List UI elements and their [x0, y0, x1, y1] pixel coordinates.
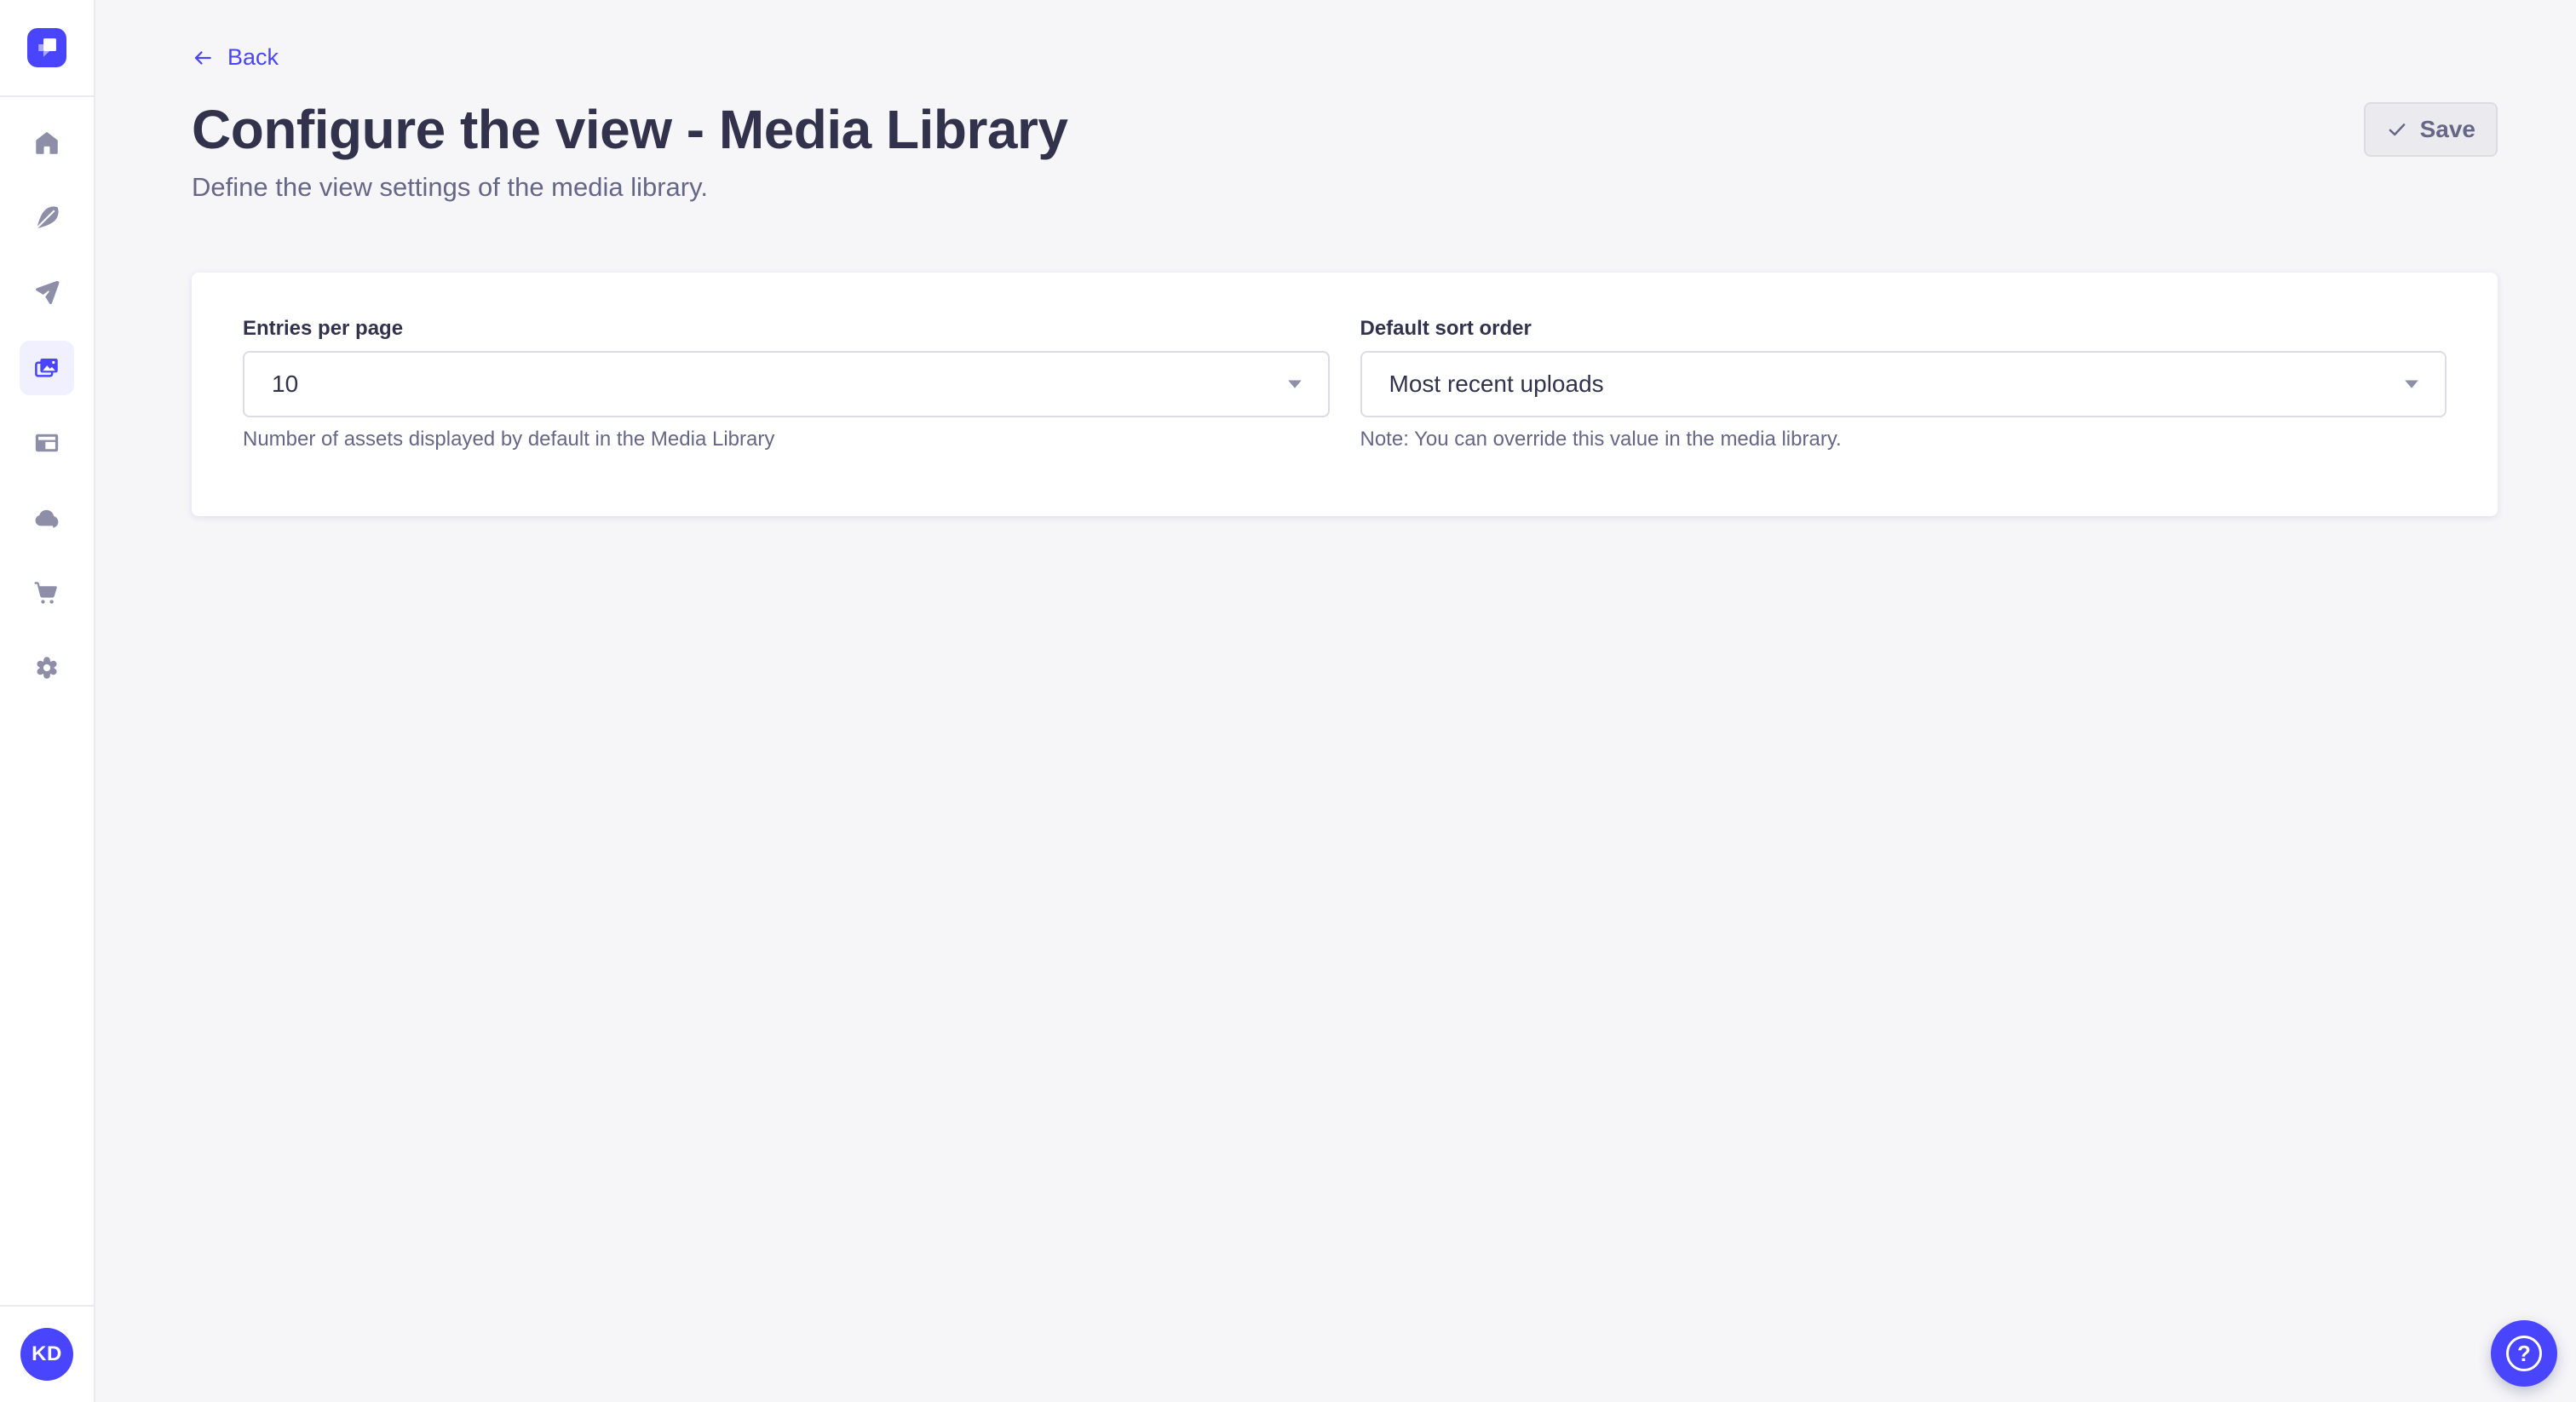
user-avatar[interactable]: KD: [20, 1328, 73, 1381]
sidebar-item-cloud: [20, 491, 74, 545]
home-icon: [32, 129, 61, 158]
cart-icon: [32, 578, 61, 607]
marketplace-link[interactable]: [20, 566, 74, 620]
sidebar-item-home: [20, 116, 74, 170]
page-header: Configure the view - Media Library Defin…: [192, 102, 2498, 203]
help-button-label: ?: [2517, 1342, 2531, 1365]
content-type-builder-link[interactable]: [20, 416, 74, 470]
paper-plane-icon: [32, 279, 61, 307]
chevron-down-icon: [1287, 379, 1302, 389]
sidebar-nav-list: [20, 97, 74, 695]
user-initials: KD: [32, 1342, 62, 1366]
pictures-icon: [32, 353, 61, 382]
save-button[interactable]: Save: [2364, 102, 2498, 157]
sidebar-item-content-type-builder: [20, 416, 74, 470]
sidebar-item-media-library: [20, 341, 74, 395]
cloud-link[interactable]: [20, 491, 74, 545]
releases-link[interactable]: [20, 266, 74, 320]
default-sort-order-label: Default sort order: [1360, 317, 2447, 341]
help-button[interactable]: ?: [2491, 1320, 2557, 1387]
save-button-label: Save: [2420, 116, 2475, 143]
question-mark-icon: ?: [2506, 1336, 2542, 1371]
sidebar-user-section: KD: [0, 1305, 94, 1402]
default-sort-order-select[interactable]: Most recent uploads: [1360, 351, 2447, 417]
sidebar-item-marketplace: [20, 566, 74, 620]
entries-per-page-label: Entries per page: [243, 317, 1330, 341]
check-icon: [2386, 118, 2408, 141]
layout-icon: [32, 428, 61, 457]
content-manager-link[interactable]: [20, 191, 74, 245]
page-subtitle: Define the view settings of the media li…: [192, 172, 1068, 203]
entries-per-page-field: Entries per page 10 Number of assets dis…: [243, 317, 1330, 472]
main-content: Back Configure the view - Media Library …: [95, 0, 2576, 516]
sidebar-item-releases: [20, 266, 74, 320]
strapi-logo[interactable]: [27, 28, 66, 67]
back-label: Back: [227, 44, 279, 71]
view-settings-card: Entries per page 10 Number of assets dis…: [192, 273, 2498, 516]
feather-icon: [32, 204, 61, 233]
entries-per-page-value: 10: [272, 371, 298, 398]
back-link[interactable]: Back: [192, 44, 279, 71]
chevron-down-icon: [2404, 379, 2419, 389]
default-sort-order-value: Most recent uploads: [1389, 371, 1604, 398]
home-link[interactable]: [20, 116, 74, 170]
logo-section: [0, 0, 94, 97]
default-sort-order-field: Default sort order Most recent uploads N…: [1360, 317, 2447, 472]
main-navigation-sidebar: KD: [0, 0, 95, 1402]
default-sort-order-hint: Note: You can override this value in the…: [1360, 428, 2447, 451]
cloud-icon: [32, 503, 61, 532]
media-library-link[interactable]: [20, 341, 74, 395]
arrow-left-icon: [192, 47, 214, 69]
page-title: Configure the view - Media Library: [192, 102, 1068, 157]
strapi-logo-icon: [27, 28, 66, 67]
sidebar-item-settings: [20, 641, 74, 695]
entries-per-page-hint: Number of assets displayed by default in…: [243, 428, 1330, 451]
gear-icon: [32, 653, 61, 682]
entries-per-page-select[interactable]: 10: [243, 351, 1330, 417]
sidebar-nav: [20, 97, 74, 695]
sidebar-item-content-manager: [20, 191, 74, 245]
page-header-text: Configure the view - Media Library Defin…: [192, 102, 1068, 203]
settings-link[interactable]: [20, 641, 74, 695]
